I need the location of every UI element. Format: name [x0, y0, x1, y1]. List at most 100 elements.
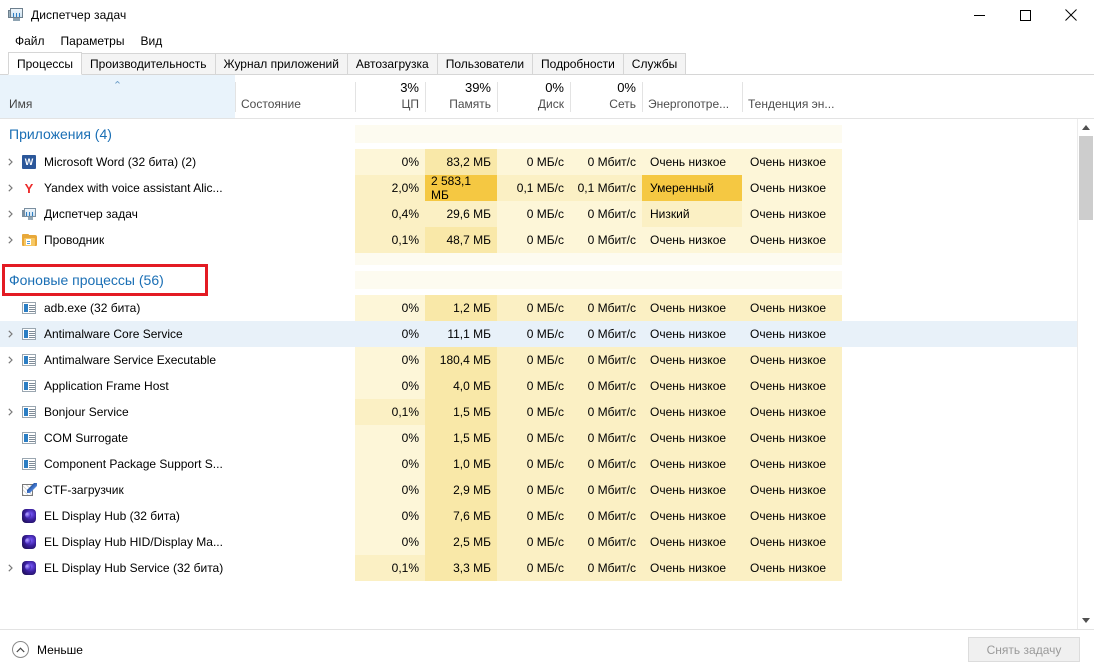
ctf-loader-icon [22, 483, 37, 497]
cell-power: Очень низкое [650, 327, 727, 341]
vertical-scrollbar[interactable] [1077, 119, 1094, 629]
cell-net: 0 Мбит/с [570, 149, 642, 175]
cell-memory: 29,6 МБ [425, 201, 497, 227]
tab-processes[interactable]: Процессы [8, 52, 83, 75]
table-row[interactable]: EL Display Hub (32 бита) 0% 7,6 МБ 0 МБ/с 0 … [0, 503, 1094, 529]
group-header-background-processes[interactable]: Фоновые процессы (56) [0, 265, 1094, 295]
chevron-right-icon[interactable] [0, 210, 20, 218]
title-bar: Диспетчер задач [0, 0, 1094, 30]
column-header-memory[interactable]: 39% Память [425, 75, 497, 118]
maximize-button[interactable] [1002, 0, 1048, 30]
cell-cpu: 0% [355, 529, 425, 555]
close-button[interactable] [1048, 0, 1094, 30]
tab-services[interactable]: Службы [622, 53, 687, 75]
scroll-down-arrow-icon[interactable] [1078, 612, 1094, 629]
cell-power: Очень низкое [642, 477, 742, 503]
scroll-up-arrow-icon[interactable] [1078, 119, 1094, 136]
table-row[interactable]: CTF-загрузчик 0% 2,9 МБ 0 МБ/с 0 Мбит/с Очень… [0, 477, 1094, 503]
cell-power: Очень низкое [642, 555, 742, 581]
cell-net: 0 Мбит/с [570, 373, 642, 399]
cell-powertrend: Очень низкое [742, 175, 842, 201]
table-row[interactable]: Yandex with voice assistant Alic... 2,0%2… [0, 174, 1094, 202]
table-row[interactable]: Bonjour Service 0,1% 1,5 МБ 0 МБ/с 0 Мбит/с О… [0, 399, 1094, 425]
cell-state [235, 149, 355, 175]
chevron-right-icon[interactable] [0, 330, 20, 338]
menu-item-view[interactable]: Вид [132, 32, 170, 51]
column-header-disk[interactable]: 0% Диск [497, 75, 570, 118]
status-bar: Меньше Снять задачу [0, 629, 1094, 669]
table-row[interactable]: Antimalware Service Executable 0% 180,4 МБ… [0, 347, 1094, 373]
table-row[interactable]: EL Display Hub Service (32 бита) 0,1% 3,3 … [0, 555, 1094, 581]
process-icon [20, 561, 38, 575]
scrollbar-thumb[interactable] [1079, 136, 1093, 220]
cell-state [235, 503, 355, 529]
tab-app-history[interactable]: Журнал приложений [214, 53, 348, 75]
table-row[interactable]: Microsoft Word (32 бита) (2)0%83,2 МБ0 М… [0, 149, 1094, 175]
word-icon [22, 155, 36, 169]
tab-details[interactable]: Подробности [532, 53, 624, 75]
column-header-power-usage[interactable]: Энергопотре... [642, 75, 742, 118]
table-row[interactable]: Проводник 0,1% 48,7 МБ 0 МБ/с 0 Мбит/с Очень … [0, 227, 1094, 253]
process-name-label: Antimalware Core Service [44, 327, 183, 341]
table-row[interactable]: Component Package Support S... 0% 1,0 МБ 0 … [0, 451, 1094, 477]
cell-memory: 48,7 МБ [425, 227, 497, 253]
cell-state [235, 373, 355, 399]
chevron-right-icon[interactable] [0, 236, 20, 244]
process-row-list: Приложения (4) Microsoft Word (32 бита) … [0, 119, 1094, 629]
table-row[interactable]: adb.exe (32 бита) 0% 1,2 МБ 0 МБ/с 0 Мбит/с О… [0, 295, 1094, 321]
tab-performance[interactable]: Производительность [81, 53, 216, 75]
chevron-right-icon[interactable] [0, 408, 20, 416]
process-name-cell: Application Frame Host [0, 373, 235, 399]
process-name-label: Диспетчер задач [44, 207, 138, 221]
table-row[interactable]: Application Frame Host 0% 4,0 МБ 0 МБ/с 0 Мб… [0, 373, 1094, 399]
end-task-button[interactable]: Снять задачу [968, 637, 1080, 662]
cell-cpu: 0,1% [355, 399, 425, 425]
generic-process-icon [22, 458, 36, 470]
group-header-applications[interactable]: Приложения (4) [0, 119, 1094, 149]
menu-item-file[interactable]: Файл [7, 32, 53, 51]
chevron-right-icon[interactable] [0, 356, 20, 364]
tab-startup[interactable]: Автозагрузка [346, 53, 438, 75]
group-label: Фоновые процессы (56) [9, 272, 164, 288]
column-header-cpu[interactable]: 3% ЦП [355, 75, 425, 118]
yandex-icon [22, 181, 36, 195]
task-manager-icon [21, 207, 37, 221]
table-row[interactable]: COM Surrogate 0% 1,5 МБ 0 МБ/с 0 Мбит/с Очень… [0, 425, 1094, 451]
table-row[interactable]: Диспетчер задач 0,4% 29,6 МБ 0 МБ/с 0 Мбит/с… [0, 201, 1094, 227]
cell-state [235, 529, 355, 555]
group-filler-net [570, 125, 642, 143]
cell-powertrend: Очень низкое [742, 451, 842, 477]
cell-powertrend: Очень низкое [742, 555, 842, 581]
generic-process-icon [22, 302, 36, 314]
cell-state [235, 175, 355, 201]
cell-disk: 0,1 МБ/с [497, 175, 570, 201]
chevron-right-icon[interactable] [0, 158, 20, 166]
cell-memory: 1,5 МБ [425, 425, 497, 451]
table-row[interactable]: Antimalware Core Service 0% 11,1 МБ 0 МБ/с 0… [0, 321, 1094, 347]
menu-item-options[interactable]: Параметры [53, 32, 133, 51]
tab-users[interactable]: Пользователи [436, 53, 534, 75]
process-icon [20, 302, 38, 314]
minimize-button[interactable] [956, 0, 1002, 30]
cell-disk: 0 МБ/с [497, 227, 570, 253]
cell-cpu: 0% [355, 149, 425, 175]
process-name-label: Component Package Support S... [44, 457, 223, 471]
fewer-details-button[interactable]: Меньше [12, 641, 83, 658]
group-filler-powertrend [742, 125, 842, 143]
chevron-right-icon[interactable] [0, 564, 20, 572]
cell-disk: 0 МБ/с [497, 373, 570, 399]
table-row[interactable]: EL Display Hub HID/Display Ma... 0% 2,5 МБ… [0, 529, 1094, 555]
group-filler-disk [497, 271, 570, 289]
chevron-right-icon[interactable] [0, 184, 20, 192]
column-header-row: ⌃ Имя Состояние 3% ЦП 39% Память 0% Диск… [0, 75, 1094, 119]
window-title: Диспетчер задач [31, 8, 127, 22]
group-filler-net [570, 271, 642, 289]
column-header-status[interactable]: Состояние [235, 75, 355, 118]
cell-powertrend: Очень низкое [742, 373, 842, 399]
column-header-network[interactable]: 0% Сеть [570, 75, 642, 118]
group-label: Приложения (4) [9, 126, 112, 142]
column-header-name[interactable]: ⌃ Имя [0, 75, 235, 118]
column-header-power-trend[interactable]: Тенденция эн... [742, 75, 842, 118]
cell-net: 0 Мбит/с [570, 347, 642, 373]
cell-net: 0 Мбит/с [570, 399, 642, 425]
